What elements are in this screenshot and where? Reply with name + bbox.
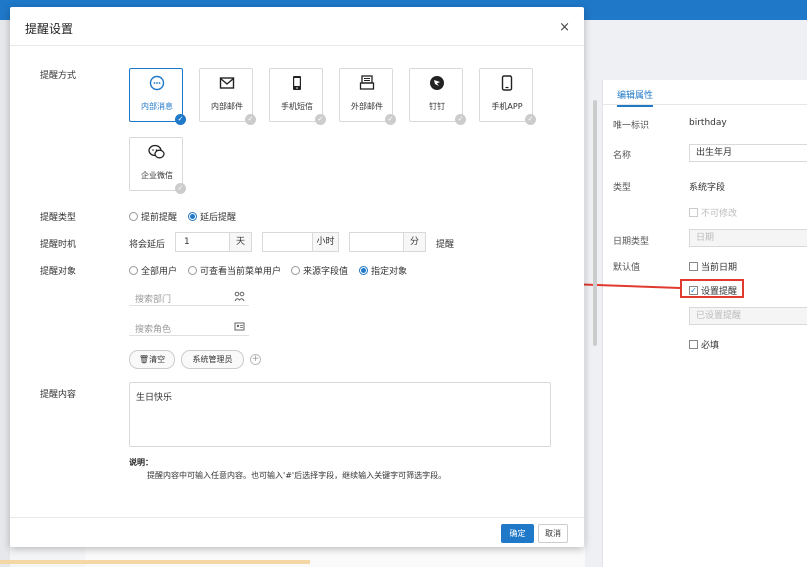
radio-specified[interactable]: 指定对象: [359, 264, 407, 277]
content-label: 提醒内容: [40, 390, 77, 400]
close-icon[interactable]: ×: [559, 20, 570, 35]
day-input[interactable]: 1 天: [175, 232, 252, 252]
method-card-label: 内部消息: [141, 102, 173, 111]
method-card-label: 钉钉: [429, 102, 445, 111]
minute-unit: 分: [403, 233, 425, 251]
radio-dot: [129, 212, 138, 221]
method-card-external-mail[interactable]: 外部邮件 ✓: [339, 68, 396, 125]
search-department-input[interactable]: 搜索部门: [129, 288, 249, 306]
time-label: 提醒时机: [40, 240, 77, 250]
phone-icon: [270, 75, 324, 91]
check-icon: ✓: [175, 183, 186, 194]
tag-label: 系统管理员: [192, 355, 233, 364]
reminder-settings-dialog: 提醒设置 × 提醒方式 内部消息 ✓ 内部邮件 ✓ 手机短信 ✓ 外部邮件 ✓: [10, 7, 584, 547]
content-value: 生日快乐: [136, 393, 173, 403]
check-icon: ✓: [385, 114, 396, 125]
clear-button[interactable]: 🗑清空: [129, 350, 175, 369]
method-card-wechat-work[interactable]: 企业微信 ✓: [129, 137, 186, 194]
wechat-work-icon: [130, 144, 184, 160]
radio-label: 指定对象: [371, 267, 408, 277]
method-card-label: 企业微信: [141, 171, 173, 180]
time-suffix: 提醒: [436, 240, 455, 250]
time-prefix: 将会延后: [129, 240, 166, 250]
method-card-label: 外部邮件: [351, 102, 383, 111]
radio-dot: [188, 212, 197, 221]
radio-delay[interactable]: 延后提醒: [188, 210, 236, 223]
check-icon: ✓: [245, 114, 256, 125]
radio-dot: [129, 266, 138, 275]
dingtalk-icon: [410, 75, 464, 91]
note-body: 提醒内容中可输入任意内容。也可输入'#'后选择字段，继续输入关键字可筛选字段。: [147, 471, 447, 480]
method-card-internal-mail[interactable]: 内部邮件 ✓: [199, 68, 256, 125]
radio-advance[interactable]: 提前提醒: [129, 210, 177, 223]
radio-label: 可查看当前菜单用户: [200, 267, 282, 277]
scrollbar[interactable]: [593, 100, 597, 346]
search-role-input[interactable]: 搜索角色: [129, 318, 249, 336]
radio-label: 延后提醒: [200, 213, 237, 223]
method-card-sms[interactable]: 手机短信 ✓: [269, 68, 326, 125]
check-icon: ✓: [455, 114, 466, 125]
role-icon: [234, 321, 245, 335]
divider: [10, 45, 584, 46]
target-label: 提醒对象: [40, 267, 77, 277]
day-value: 1: [184, 237, 190, 247]
type-label: 提醒类型: [40, 213, 77, 223]
day-unit: 天: [229, 233, 251, 251]
add-target-icon[interactable]: +: [250, 354, 261, 365]
radio-label: 提前提醒: [141, 213, 178, 223]
method-card-label: 手机APP: [491, 102, 523, 111]
search-department-placeholder: 搜索部门: [135, 295, 172, 305]
method-card-mobile-app[interactable]: 手机APP ✓: [479, 68, 536, 125]
search-role-placeholder: 搜索角色: [135, 325, 172, 335]
method-card-internal-message[interactable]: 内部消息 ✓: [129, 68, 186, 125]
radio-dot: [359, 266, 368, 275]
note-title: 说明：: [129, 458, 153, 467]
cancel-button[interactable]: 取消: [538, 524, 568, 543]
message-icon: [130, 75, 184, 91]
method-card-dingtalk[interactable]: 钉钉 ✓: [409, 68, 466, 125]
method-card-label: 内部邮件: [211, 102, 243, 111]
confirm-button[interactable]: 确定: [501, 524, 534, 543]
check-icon: ✓: [525, 114, 536, 125]
external-mail-icon: [340, 75, 394, 91]
content-textarea[interactable]: 生日快乐: [129, 382, 551, 447]
radio-label: 来源字段值: [303, 267, 349, 277]
minute-input[interactable]: 分: [349, 232, 426, 252]
hour-input[interactable]: 小时: [262, 232, 339, 252]
radio-menu-users[interactable]: 可查看当前菜单用户: [188, 264, 281, 277]
radio-label: 全部用户: [141, 267, 178, 277]
clear-label: 清空: [149, 355, 166, 364]
radio-source-field[interactable]: 来源字段值: [291, 264, 348, 277]
hour-unit: 小时: [312, 233, 338, 251]
divider: [10, 517, 584, 518]
dialog-title: 提醒设置: [25, 22, 74, 36]
method-label: 提醒方式: [40, 71, 77, 81]
method-card-label: 手机短信: [281, 102, 313, 111]
radio-dot: [291, 266, 300, 275]
check-icon: ✓: [175, 114, 186, 125]
mail-icon: [200, 75, 254, 91]
mobile-app-icon: [480, 75, 534, 91]
trash-icon: 🗑: [138, 355, 150, 364]
department-icon: [234, 291, 245, 305]
bottom-strip: [0, 560, 310, 564]
radio-dot: [188, 266, 197, 275]
radio-all-users[interactable]: 全部用户: [129, 264, 177, 277]
check-icon: ✓: [315, 114, 326, 125]
tag-system-admin[interactable]: 系统管理员: [181, 350, 244, 369]
